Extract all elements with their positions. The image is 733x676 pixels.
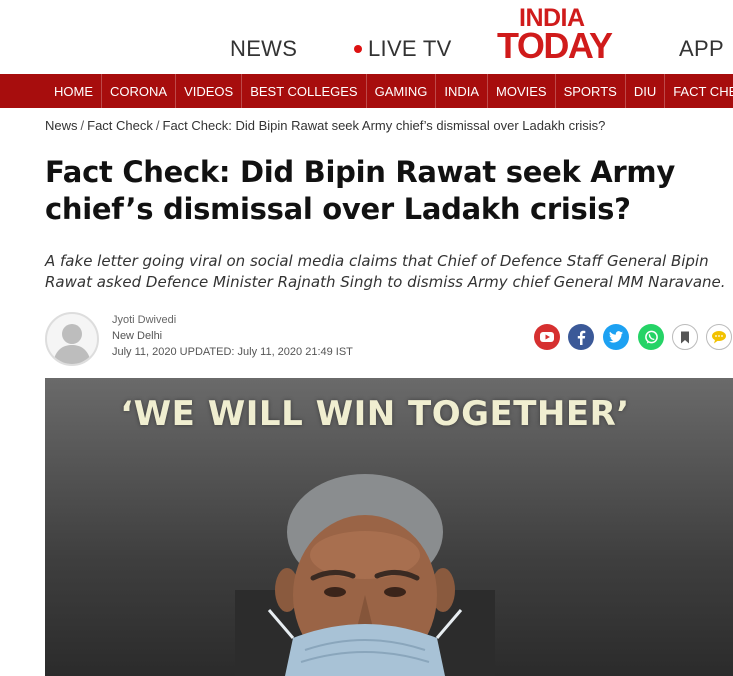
comment-icon[interactable] <box>706 324 732 350</box>
nav-item-gaming[interactable]: GAMING <box>367 74 437 108</box>
officer-portrait-icon <box>235 474 495 676</box>
nav-app-link[interactable]: APP <box>679 36 724 62</box>
author-name[interactable]: Jyoti Dwivedi <box>112 314 176 326</box>
nav-news-link[interactable]: NEWS <box>230 36 297 62</box>
youtube-icon[interactable] <box>534 324 560 350</box>
nav-item-india[interactable]: INDIA <box>436 74 489 108</box>
hero-image[interactable]: ‘WE WILL WIN TOGETHER’ <box>45 378 733 676</box>
main-nav: HOME CORONA VIDEOS BEST COLLEGES GAMING … <box>0 74 733 108</box>
breadcrumb: News / Fact Check / Fact Check: Did Bipin Ra… <box>45 118 605 133</box>
nav-item-best-colleges[interactable]: BEST COLLEGES <box>242 74 367 108</box>
facebook-icon[interactable] <box>568 324 594 350</box>
india-today-logo[interactable]: INDIA TODAY <box>497 4 629 66</box>
article-summary: A fake letter going viral on social medi… <box>45 252 726 291</box>
breadcrumb-separator: / <box>155 118 160 133</box>
nav-item-corona[interactable]: CORONA <box>102 74 177 108</box>
bookmark-icon[interactable] <box>672 324 698 350</box>
nav-item-home[interactable]: HOME <box>46 74 102 108</box>
user-placeholder-icon <box>53 324 91 364</box>
article-title: Fact Check: Did Bipin Rawat seek Army ch… <box>45 155 675 226</box>
whatsapp-icon[interactable] <box>638 324 664 350</box>
live-dot-icon <box>354 45 362 53</box>
live-tv-label: LIVE TV <box>368 36 452 61</box>
site-header: NEWS LIVE TV INDIA TODAY APP <box>0 0 733 74</box>
nav-item-fact-check[interactable]: FACT CHECK <box>665 74 733 108</box>
logo-line2: TODAY <box>497 25 613 66</box>
author-avatar[interactable] <box>45 312 99 366</box>
nav-item-movies[interactable]: MOVIES <box>488 74 556 108</box>
nav-list: HOME CORONA VIDEOS BEST COLLEGES GAMING … <box>46 74 733 108</box>
breadcrumb-current: Fact Check: Did Bipin Rawat seek Army ch… <box>162 118 606 133</box>
nav-live-tv-link[interactable]: LIVE TV <box>354 36 452 62</box>
nav-item-videos[interactable]: VIDEOS <box>176 74 243 108</box>
nav-item-sports[interactable]: SPORTS <box>556 74 626 108</box>
breadcrumb-fact-check[interactable]: Fact Check <box>87 118 153 133</box>
twitter-icon[interactable] <box>603 324 629 350</box>
breadcrumb-separator: / <box>80 118 85 133</box>
author-location: New Delhi <box>112 330 163 342</box>
breadcrumb-news[interactable]: News <box>45 118 78 133</box>
hero-caption: ‘WE WILL WIN TOGETHER’ <box>120 394 630 434</box>
publish-date: July 11, 2020 UPDATED: July 11, 2020 21:… <box>112 346 353 358</box>
nav-item-diu[interactable]: DIU <box>626 74 666 108</box>
